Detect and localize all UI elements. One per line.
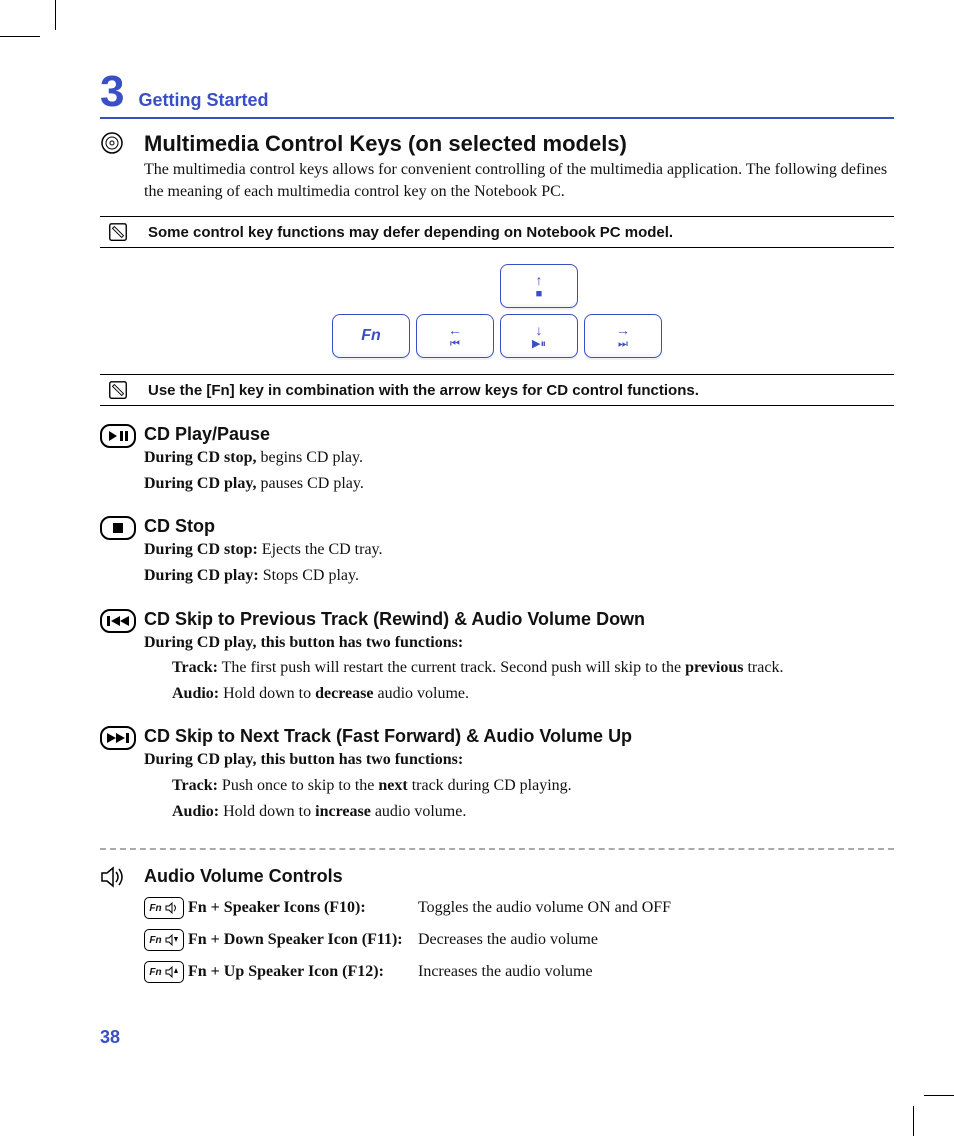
body-line: During CD play: Stops CD play. [144, 565, 383, 587]
crop-mark [55, 0, 56, 30]
subsection-title: Audio Volume Controls [144, 866, 343, 887]
note-icon [100, 221, 136, 243]
manual-page: 3 Getting Started Multimedia Control Key… [0, 0, 954, 1136]
divider [100, 848, 894, 850]
note-text: Some control key functions may defer dep… [148, 224, 673, 241]
arrow-right-icon: → [616, 323, 630, 337]
body-line: During CD play, this button has two func… [144, 749, 632, 771]
prev-track-icon: ⏮ [450, 339, 460, 350]
play-pause-icon [100, 424, 136, 448]
chapter-header: 3 Getting Started [100, 70, 894, 119]
section-title: Multimedia Control Keys (on selected mod… [144, 131, 894, 157]
volume-row-label: Fn + Speaker Icons (F10): [188, 899, 418, 917]
next-track-icon [100, 726, 136, 750]
section-next-track: CD Skip to Next Track (Fast Forward) & A… [100, 726, 894, 826]
note-bar: Some control key functions may defer dep… [100, 216, 894, 248]
body-line: Audio: Hold down to increase audio volum… [172, 801, 632, 823]
subsection-title: CD Skip to Previous Track (Rewind) & Aud… [144, 609, 783, 630]
chapter-number: 3 [100, 70, 124, 114]
body-line: During CD stop, begins CD play. [144, 447, 364, 469]
subsection-title: CD Stop [144, 516, 383, 537]
arrow-down-icon: ↓ [536, 323, 543, 337]
volume-row-label: Fn + Down Speaker Icon (F11): [188, 931, 418, 949]
volume-row-desc: Increases the audio volume [418, 963, 894, 981]
section-audio-volume: Audio Volume Controls [100, 866, 894, 889]
body-line: Audio: Hold down to decrease audio volum… [172, 683, 783, 705]
fn-label: Fn [361, 327, 381, 345]
subsection-title: CD Play/Pause [144, 424, 364, 445]
volume-row-label: Fn + Up Speaker Icon (F12): [188, 963, 418, 981]
stop-icon [100, 516, 136, 540]
section-stop: CD Stop During CD stop: Ejects the CD tr… [100, 516, 894, 590]
crop-mark [0, 36, 40, 37]
key-down: ↓ ▶⏸ [500, 314, 578, 358]
stop-icon: ■ [536, 289, 543, 300]
arrow-left-icon: ← [448, 323, 462, 337]
body-line: During CD play, pauses CD play. [144, 473, 364, 495]
next-track-icon: ⏭ [618, 339, 628, 350]
chapter-title: Getting Started [138, 90, 268, 115]
fn-speaker-toggle-icon: Fn [144, 897, 184, 919]
section-play-pause: CD Play/Pause During CD stop, begins CD … [100, 424, 894, 498]
page-number: 38 [100, 1027, 120, 1048]
speaker-icon [100, 866, 136, 888]
fn-speaker-down-icon: Fn [144, 929, 184, 951]
volume-row-desc: Decreases the audio volume [418, 931, 894, 949]
key-up: ↑ ■ [500, 264, 578, 308]
section-prev-track: CD Skip to Previous Track (Rewind) & Aud… [100, 609, 894, 709]
note-text: Use the [Fn] key in combination with the… [148, 382, 699, 399]
section-multimedia-keys: Multimedia Control Keys (on selected mod… [100, 131, 894, 206]
crop-mark [913, 1106, 914, 1136]
arrow-up-icon: ↑ [536, 273, 543, 287]
body-line: Track: Push once to skip to the next tra… [172, 775, 632, 797]
prev-track-icon [100, 609, 136, 633]
body-line: During CD play, this button has two func… [144, 632, 783, 654]
disc-icon [100, 131, 136, 155]
key-left: ← ⏮ [416, 314, 494, 358]
note-bar: Use the [Fn] key in combination with the… [100, 374, 894, 406]
subsection-title: CD Skip to Next Track (Fast Forward) & A… [144, 726, 632, 747]
keyboard-figure: ↑ ■ Fn ← ⏮ ↓ ▶⏸ → ⏭ [100, 264, 894, 358]
play-pause-icon: ▶⏸ [532, 339, 546, 350]
key-right: → ⏭ [584, 314, 662, 358]
note-icon [100, 379, 136, 401]
section-body: The multimedia control keys allows for c… [144, 159, 894, 202]
body-line: During CD stop: Ejects the CD tray. [144, 539, 383, 561]
key-fn: Fn [332, 314, 410, 358]
volume-row-desc: Toggles the audio volume ON and OFF [418, 899, 894, 917]
fn-speaker-up-icon: Fn [144, 961, 184, 983]
volume-table: Fn Fn + Speaker Icons (F10): Toggles the… [144, 897, 894, 983]
crop-mark [924, 1095, 954, 1096]
body-line: Track: The first push will restart the c… [172, 657, 783, 679]
